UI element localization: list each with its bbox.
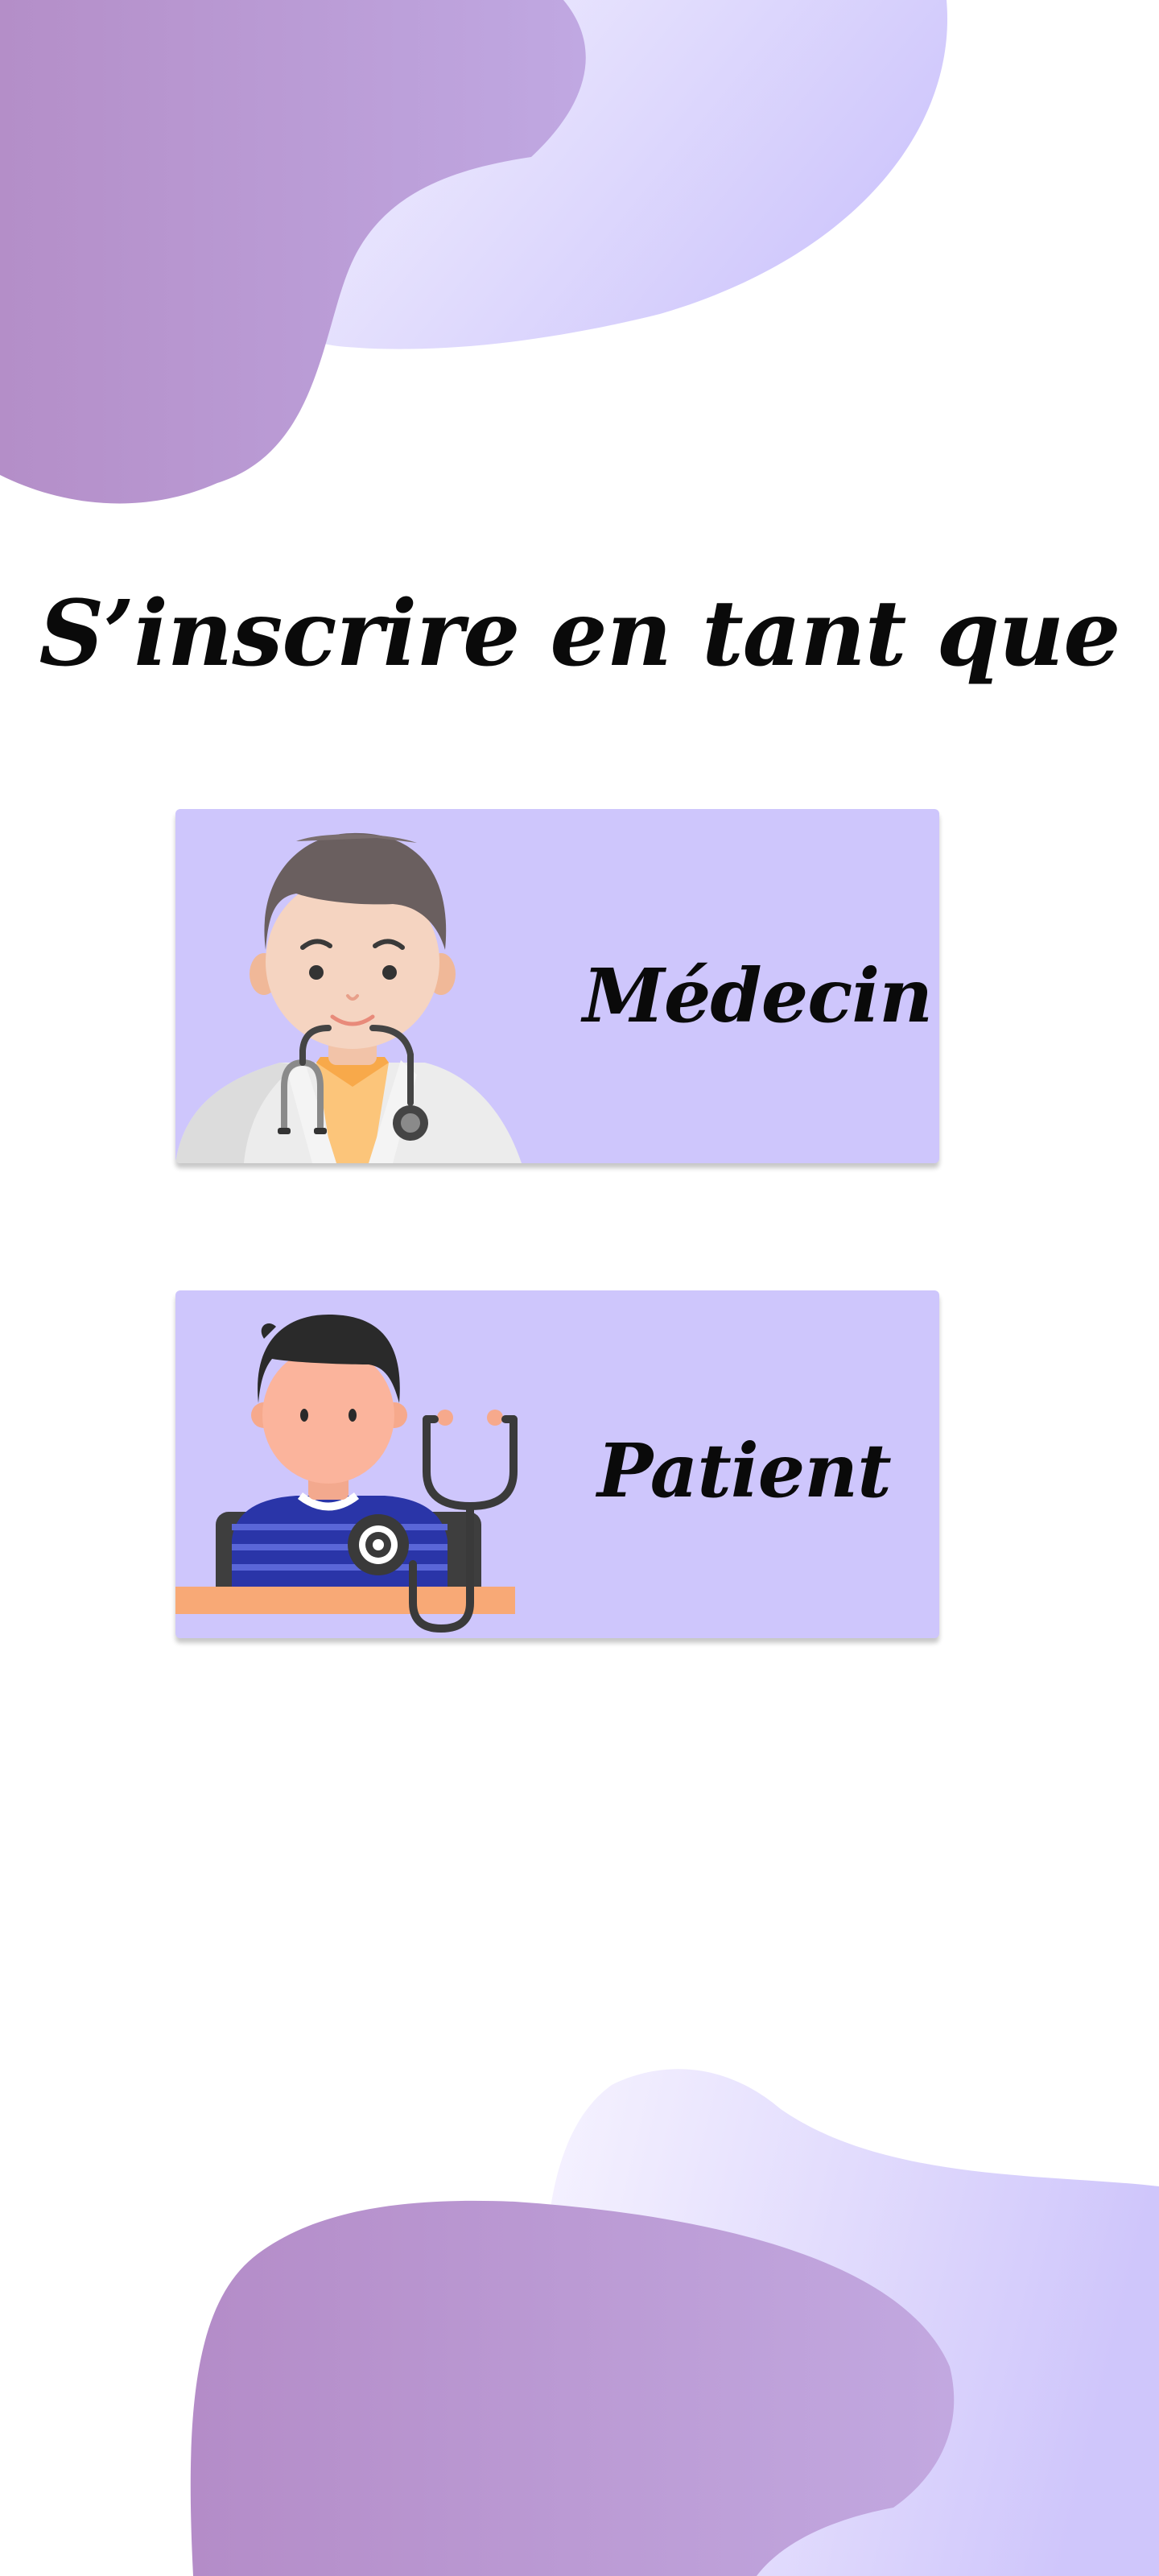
role-card-patient[interactable]: Patient [175, 1290, 939, 1638]
page-title: S’inscrire en tant que [39, 581, 1120, 687]
patient-icon [175, 1315, 518, 1633]
role-label-patient: Patient [597, 1427, 892, 1514]
role-label-doctor: Médecin [583, 952, 933, 1039]
doctor-icon [175, 832, 522, 1163]
signup-role-screen: S’inscrire en tant que Médecin Patient [0, 0, 1159, 2576]
background-blobs [0, 0, 1159, 2576]
role-card-doctor[interactable]: Médecin [175, 809, 939, 1163]
